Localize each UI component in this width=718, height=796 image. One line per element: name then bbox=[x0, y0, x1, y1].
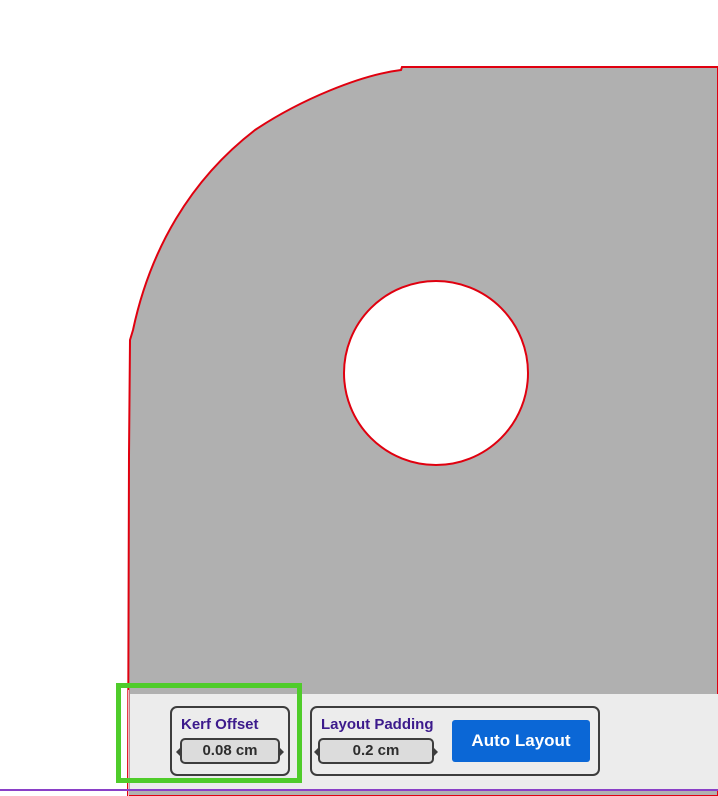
margin-guide-vertical bbox=[128, 690, 129, 796]
kerf-offset-label: Kerf Offset bbox=[181, 716, 259, 733]
increment-handle-icon[interactable] bbox=[279, 747, 284, 757]
layout-padding-label: Layout Padding bbox=[321, 716, 434, 733]
design-canvas[interactable] bbox=[0, 0, 718, 796]
increment-handle-icon[interactable] bbox=[433, 747, 438, 757]
part-hole[interactable] bbox=[343, 280, 529, 466]
canvas-svg bbox=[126, 66, 718, 796]
layout-padding-stepper[interactable]: 0.2 cm bbox=[314, 738, 438, 764]
auto-layout-button[interactable]: Auto Layout bbox=[452, 720, 590, 762]
layout-toolbar: Kerf Offset 0.08 cm Layout Padding 0.2 c… bbox=[130, 694, 718, 790]
decrement-handle-icon[interactable] bbox=[176, 747, 181, 757]
kerf-offset-stepper[interactable]: 0.08 cm bbox=[176, 738, 284, 764]
layout-padding-control: Layout Padding 0.2 cm Auto Layout bbox=[310, 706, 600, 776]
decrement-handle-icon[interactable] bbox=[314, 747, 319, 757]
margin-guide-horizontal bbox=[0, 789, 718, 791]
kerf-offset-value: 0.08 cm bbox=[202, 742, 258, 759]
kerf-offset-control: Kerf Offset 0.08 cm bbox=[170, 706, 290, 776]
layout-padding-value: 0.2 cm bbox=[352, 742, 400, 759]
